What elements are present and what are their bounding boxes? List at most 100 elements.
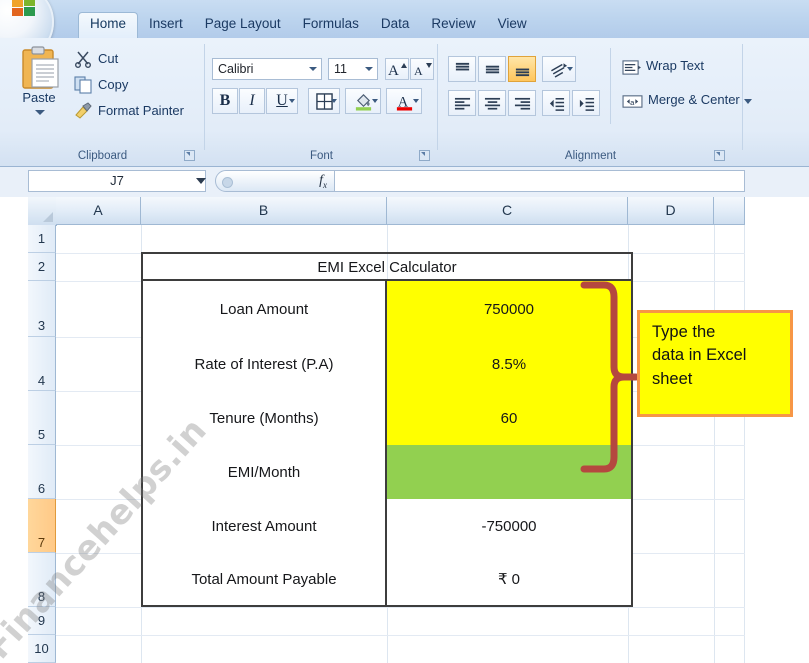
font-group-label: Font <box>309 150 333 162</box>
underline-glyph: U <box>276 92 288 109</box>
bold-button[interactable]: B <box>212 88 238 114</box>
clipboard-dialog-launcher[interactable] <box>184 150 195 161</box>
emi-row-interest-amount[interactable]: Interest Amount -750000 <box>143 499 631 553</box>
increase-indent-button[interactable] <box>572 90 600 116</box>
borders-button[interactable] <box>308 88 340 114</box>
clipboard-icon <box>22 46 59 89</box>
align-top-button[interactable] <box>448 56 476 82</box>
row-header-7[interactable]: 7 <box>28 499 56 553</box>
align-center-button[interactable] <box>478 90 506 116</box>
chevron-down-icon[interactable] <box>743 99 752 104</box>
column-header-d[interactable]: D <box>628 197 714 225</box>
svg-text:A: A <box>388 63 399 78</box>
align-middle-button[interactable] <box>478 56 506 82</box>
format-painter-label: Format Painter <box>98 103 184 118</box>
text-orientation-icon <box>551 62 568 78</box>
row-header-4[interactable]: 4 <box>28 337 56 391</box>
tab-data[interactable]: Data <box>370 13 421 38</box>
decrease-indent-button[interactable] <box>542 90 570 116</box>
column-header-b[interactable]: B <box>141 197 387 225</box>
tab-review[interactable]: Review <box>420 13 486 38</box>
emi-row-tenure[interactable]: Tenure (Months) 60 <box>143 391 631 445</box>
decrease-font-size-button[interactable]: A <box>410 58 434 80</box>
font-color-icon: A <box>396 94 412 111</box>
chevron-down-icon[interactable] <box>289 99 295 103</box>
emi-title-row[interactable]: EMI Excel Calculator <box>143 254 631 281</box>
chevron-down-icon[interactable] <box>365 67 373 71</box>
merge-center-button[interactable]: a Merge & Center <box>622 92 752 108</box>
font-size-value: 11 <box>334 62 347 76</box>
name-box[interactable]: J7 <box>28 170 206 192</box>
formula-bar: J7 fx <box>0 167 809 197</box>
fill-color-button[interactable] <box>345 88 381 114</box>
name-box-chevron-down-icon[interactable] <box>196 178 206 184</box>
orientation-button[interactable] <box>542 56 576 82</box>
row-header-2[interactable]: 2 <box>28 253 56 281</box>
paste-button[interactable]: Paste <box>8 44 70 130</box>
select-all-corner-button[interactable] <box>28 197 57 226</box>
emi-row-total-amount-payable[interactable]: Total Amount Payable ₹ 0 <box>143 553 631 605</box>
wrap-text-button[interactable]: Wrap Text <box>622 58 704 75</box>
emi-value-total-amount-payable[interactable]: ₹ 0 <box>387 553 631 605</box>
gridline-horizontal <box>56 635 745 636</box>
formula-bar-handle <box>222 177 233 188</box>
align-left-button[interactable] <box>448 90 476 116</box>
tab-page-layout[interactable]: Page Layout <box>194 13 292 38</box>
insert-function-button[interactable]: fx <box>215 170 335 192</box>
callout-line-1: Type the <box>652 323 716 341</box>
emi-value-interest-amount[interactable]: -750000 <box>387 499 631 553</box>
align-right-icon <box>514 97 530 110</box>
emi-label-rate-of-interest: Rate of Interest (P.A) <box>143 337 387 391</box>
column-header-a[interactable]: A <box>56 197 141 225</box>
font-dialog-launcher[interactable] <box>419 150 430 161</box>
annotation-callout: Type the data in Excel sheet <box>637 310 793 417</box>
emi-calculator-table: EMI Excel Calculator Loan Amount 750000 … <box>141 252 633 607</box>
increase-indent-icon <box>579 97 594 111</box>
chevron-down-icon[interactable] <box>413 99 419 103</box>
merge-center-label: Merge & Center <box>648 92 740 107</box>
group-divider <box>610 48 611 124</box>
alignment-dialog-launcher[interactable] <box>714 150 725 161</box>
font-name-input[interactable]: Calibri <box>212 58 322 80</box>
ribbon-group-alignment: Wrap Text a Merge & Center Alignment <box>438 38 752 166</box>
italic-button[interactable]: I <box>239 88 265 114</box>
chevron-down-icon[interactable] <box>567 67 573 71</box>
column-header-c[interactable]: C <box>387 197 628 225</box>
wrap-text-icon <box>622 60 641 75</box>
ribbon-tab-bar: Home Insert Page Layout Formulas Data Re… <box>0 0 809 60</box>
emi-row-emi-per-month[interactable]: EMI/Month <box>143 445 631 499</box>
chevron-down-icon[interactable] <box>331 99 337 103</box>
row-header-6[interactable]: 6 <box>28 445 56 499</box>
svg-text:A: A <box>414 64 423 78</box>
spreadsheet-grid: A B C D 1 2 3 4 5 6 7 8 9 10 EMI Excel C… <box>0 197 809 663</box>
align-right-button[interactable] <box>508 90 536 116</box>
increase-font-size-button[interactable]: A <box>385 58 409 80</box>
chevron-down-icon[interactable] <box>309 67 317 71</box>
align-left-icon <box>454 97 470 110</box>
merge-center-icon: a <box>622 95 643 108</box>
font-size-input[interactable]: 11 <box>328 58 378 80</box>
column-header-e[interactable] <box>714 197 745 225</box>
row-header-5[interactable]: 5 <box>28 391 56 445</box>
emi-row-rate-of-interest[interactable]: Rate of Interest (P.A) 8.5% <box>143 337 631 391</box>
row-header-1[interactable]: 1 <box>28 225 56 253</box>
font-name-value: Calibri <box>218 62 254 76</box>
align-middle-icon <box>485 65 499 73</box>
row-header-3[interactable]: 3 <box>28 281 56 337</box>
formula-input[interactable] <box>335 170 745 192</box>
tab-view[interactable]: View <box>487 13 538 38</box>
paste-dropdown-caret-icon[interactable] <box>35 110 45 115</box>
tab-home[interactable]: Home <box>78 12 139 39</box>
tab-insert[interactable]: Insert <box>138 13 194 38</box>
emi-row-loan-amount[interactable]: Loan Amount 750000 <box>143 281 631 337</box>
tab-formulas[interactable]: Formulas <box>292 13 370 38</box>
ribbon-group-clipboard: Paste Cut Copy Format Painter Clipboard <box>0 38 205 166</box>
paintbrush-icon <box>75 102 92 119</box>
underline-button[interactable]: U <box>266 88 298 114</box>
callout-line-3: sheet <box>652 369 693 388</box>
chevron-down-icon[interactable] <box>372 99 378 103</box>
gridline-vertical <box>714 225 715 663</box>
align-bottom-button[interactable] <box>508 56 536 82</box>
copy-icon <box>74 76 92 94</box>
font-color-button[interactable]: A <box>386 88 422 114</box>
